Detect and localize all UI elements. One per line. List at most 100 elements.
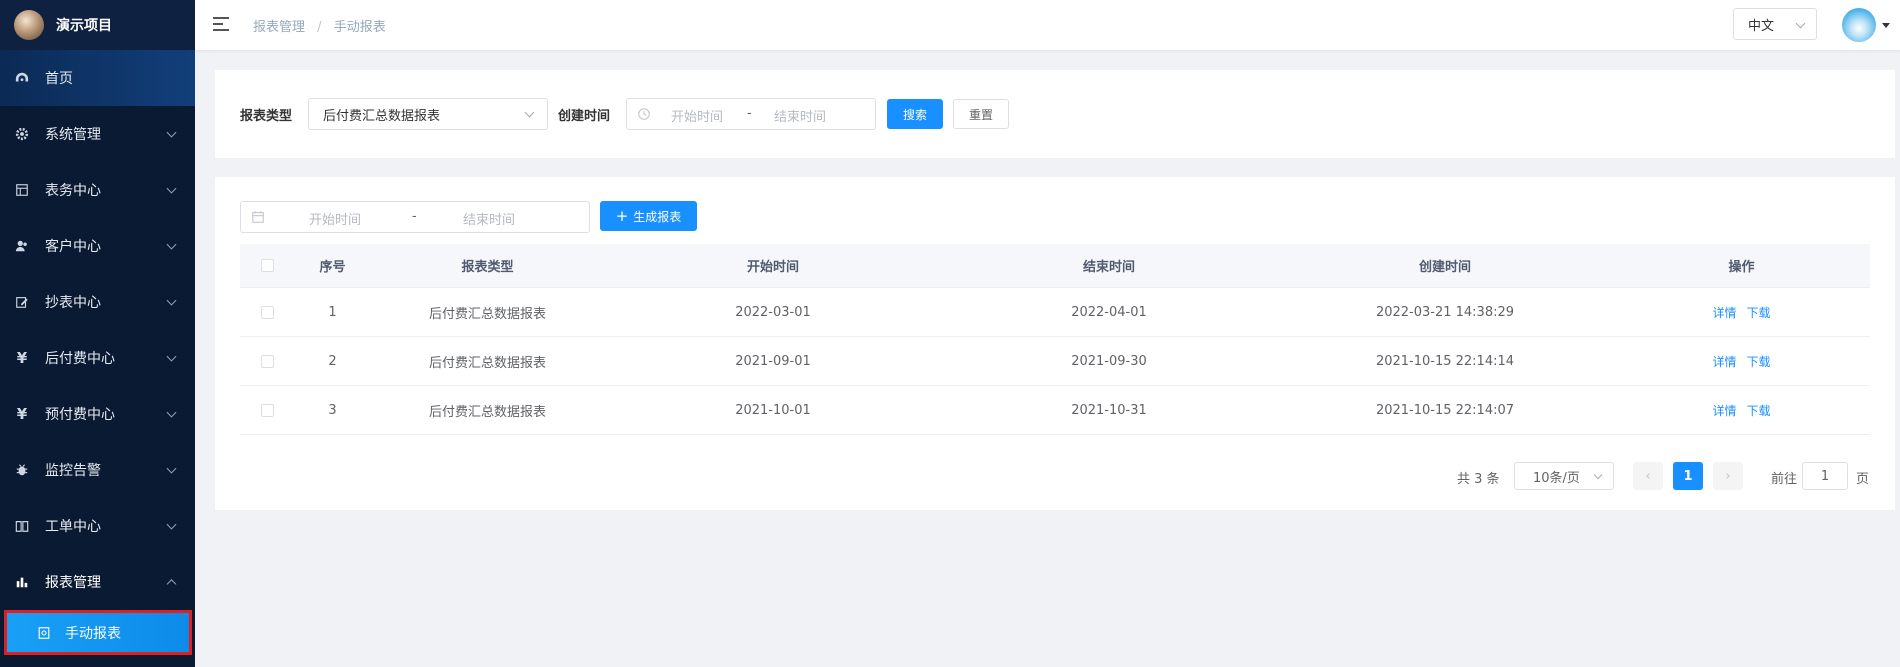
main-panel: 开始时间 - 结束时间 + 生成报表 序号 报表类型 开始时间 结束时间 创建时… (215, 177, 1895, 510)
sidebar-subitem-manual-report[interactable]: 手动报表 (4, 610, 192, 655)
created-cell: 2021-10-15 22:14:07 (1375, 402, 1515, 418)
download-link[interactable]: 下载 (1747, 353, 1771, 370)
bug-icon (15, 463, 29, 477)
goto-page-input[interactable]: 1 (1802, 462, 1848, 490)
language-select[interactable]: 中文 (1733, 8, 1817, 40)
reset-button[interactable]: 重置 (953, 99, 1009, 129)
chevron-down-icon (166, 351, 177, 362)
table-row: 1 后付费汇总数据报表 2022-03-01 2022-04-01 2022-0… (240, 288, 1870, 337)
grid-icon (15, 183, 29, 197)
logo-bar: 演示项目 (0, 0, 195, 50)
sidebar-item-label: 预付费中心 (45, 407, 115, 423)
menu-fold-icon[interactable] (213, 17, 229, 31)
chevron-down-icon (166, 407, 177, 418)
chevron-down-icon (166, 463, 177, 474)
app-title: 演示项目 (56, 18, 112, 34)
column-header: 操作 (1728, 260, 1755, 275)
search-button[interactable]: 搜索 (887, 99, 943, 129)
select-all-cell[interactable] (240, 244, 295, 287)
download-link[interactable]: 下载 (1747, 402, 1771, 419)
column-header: 创建时间 (1418, 260, 1471, 275)
sidebar-item-system[interactable]: 系统管理 (0, 106, 195, 162)
detail-link[interactable]: 详情 (1712, 402, 1736, 419)
row-checkbox[interactable] (261, 354, 274, 368)
table-header: 序号 报表类型 开始时间 结束时间 创建时间 操作 (240, 244, 1870, 288)
sidebar-item-home[interactable]: 首页 (0, 50, 195, 106)
select-all-checkbox[interactable] (261, 259, 274, 272)
page-number-button[interactable]: 1 (1673, 462, 1703, 490)
range-separator: - (412, 209, 417, 224)
report-type-label: 报表类型 (240, 109, 293, 124)
gear-icon (15, 127, 29, 141)
detail-link[interactable]: 详情 (1712, 353, 1736, 370)
sidebar-item-monitor[interactable]: 监控告警 (0, 442, 195, 498)
actions-cell: 详情 下载 (1613, 337, 1870, 385)
row-checkbox[interactable] (261, 305, 274, 319)
caret-down-icon[interactable] (1882, 23, 1890, 28)
actions-cell: 详情 下载 (1613, 386, 1870, 434)
next-page-button[interactable]: › (1713, 462, 1743, 490)
row-select-cell[interactable] (240, 337, 295, 385)
chevron-down-icon (166, 519, 177, 530)
end-cell: 2022-04-01 (1071, 304, 1147, 320)
bar-chart-icon (15, 575, 29, 589)
row-checkbox[interactable] (261, 403, 274, 417)
sidebar-item-label: 抄表中心 (45, 295, 101, 311)
download-link[interactable]: 下载 (1747, 304, 1771, 321)
index-cell: 2 (328, 353, 337, 369)
sidebar-item-label: 客户中心 (45, 239, 101, 255)
report-type-value: 后付费汇总数据报表 (323, 108, 441, 124)
end-time-input[interactable]: 结束时间 (774, 106, 826, 125)
chevron-down-icon (524, 107, 535, 118)
sidebar-item-reports[interactable]: 报表管理 (0, 554, 195, 610)
sidebar-item-label: 监控告警 (45, 463, 101, 479)
filter-panel: 报表类型 后付费汇总数据报表 创建时间 开始时间 - 结束时间 搜索 重置 (215, 70, 1895, 158)
end-time-input[interactable]: 结束时间 (463, 209, 515, 228)
column-header: 序号 (319, 260, 346, 275)
start-time-input[interactable]: 开始时间 (309, 209, 361, 228)
breadcrumb-separator: / (317, 20, 322, 35)
create-time-label: 创建时间 (558, 109, 611, 124)
prev-page-button[interactable]: ‹ (1633, 462, 1663, 490)
breadcrumb-item-reports[interactable]: 报表管理 (253, 20, 305, 35)
yen-icon: ¥ (16, 349, 28, 367)
users-icon (15, 239, 29, 253)
breadcrumb: 报表管理 / 手动报表 (253, 16, 386, 35)
index-cell: 1 (328, 304, 337, 320)
chevron-right-icon: › (1725, 468, 1731, 484)
create-time-range[interactable]: 开始时间 - 结束时间 (626, 98, 876, 130)
report-table: 序号 报表类型 开始时间 结束时间 创建时间 操作 1 后付费汇总数据报表 20… (240, 244, 1870, 435)
sidebar-item-prepaid[interactable]: ¥ 预付费中心 (0, 386, 195, 442)
page-size-select[interactable]: 10条/页 (1514, 462, 1614, 490)
plus-icon: + (615, 206, 629, 225)
chevron-down-icon (1795, 18, 1806, 29)
sidebar-item-meter[interactable]: 表务中心 (0, 162, 195, 218)
report-type-select[interactable]: 后付费汇总数据报表 (308, 98, 548, 130)
yen-icon: ¥ (16, 405, 28, 423)
start-time-input[interactable]: 开始时间 (671, 106, 723, 125)
clock-icon (637, 107, 651, 121)
sidebar-item-label: 系统管理 (45, 127, 101, 143)
sidebar-item-postpaid[interactable]: ¥ 后付费中心 (0, 330, 195, 386)
sidebar-item-customer[interactable]: 客户中心 (0, 218, 195, 274)
column-header: 报表类型 (461, 260, 514, 275)
generate-time-range[interactable]: 开始时间 - 结束时间 (240, 201, 590, 233)
column-header: 结束时间 (1082, 260, 1135, 275)
sidebar-item-workorder[interactable]: 工单中心 (0, 498, 195, 554)
column-header: 开始时间 (746, 260, 799, 275)
report-icon (37, 626, 51, 640)
created-cell: 2022-03-21 14:38:29 (1375, 304, 1515, 320)
detail-link[interactable]: 详情 (1712, 304, 1736, 321)
chevron-down-icon (166, 183, 177, 194)
start-cell: 2022-03-01 (735, 304, 811, 320)
range-separator: - (747, 106, 752, 121)
end-cell: 2021-09-30 (1071, 353, 1147, 369)
user-avatar[interactable] (1842, 8, 1876, 42)
generate-report-button[interactable]: + 生成报表 (600, 201, 697, 231)
row-select-cell[interactable] (240, 386, 295, 434)
row-select-cell[interactable] (240, 288, 295, 336)
dashboard-icon (15, 71, 29, 85)
actions-cell: 详情 下载 (1613, 288, 1870, 336)
sidebar-item-reading[interactable]: 抄表中心 (0, 274, 195, 330)
sidebar-item-label: 首页 (45, 71, 73, 87)
